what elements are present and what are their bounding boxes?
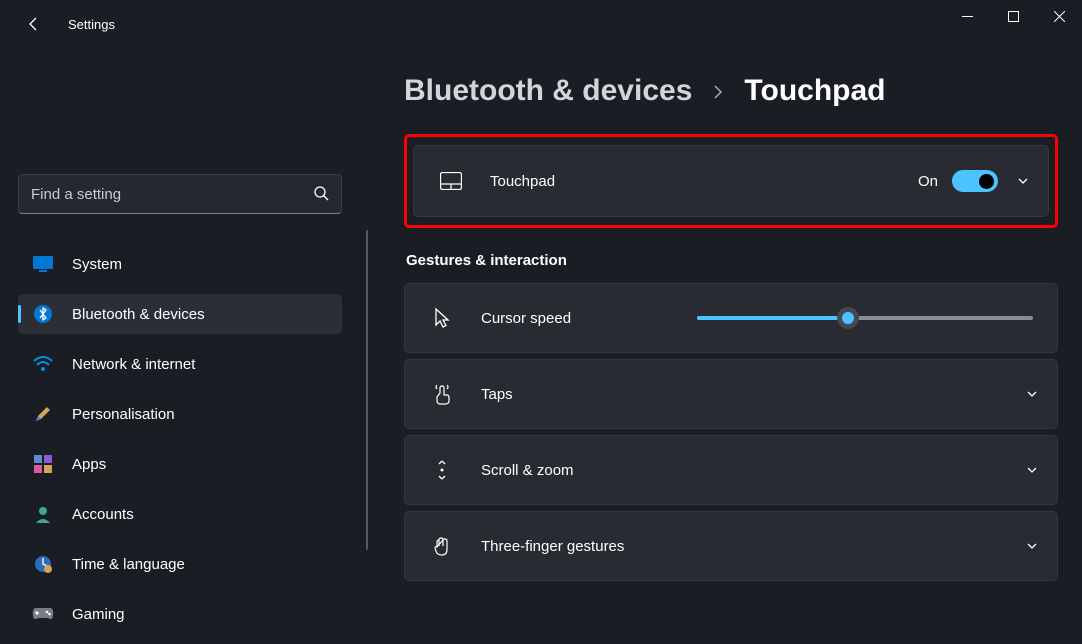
row-label: Three-finger gestures (481, 538, 1007, 555)
globe-clock-icon (32, 553, 54, 575)
sidebar-item-network[interactable]: Network & internet (18, 344, 342, 384)
hand-icon (429, 535, 455, 557)
cursor-icon (429, 307, 455, 329)
scroll-zoom-row[interactable]: Scroll & zoom (404, 435, 1058, 505)
chevron-down-icon[interactable] (1016, 174, 1030, 188)
sidebar-item-label: Bluetooth & devices (72, 306, 205, 323)
person-icon (32, 503, 54, 525)
search-icon (313, 185, 329, 204)
nav-list: System Bluetooth & devices Network & int… (18, 244, 342, 644)
sidebar-item-accounts[interactable]: Accounts (18, 494, 342, 534)
close-button[interactable] (1036, 0, 1082, 32)
maximize-button[interactable] (990, 0, 1036, 32)
row-label: Taps (481, 386, 1007, 403)
sidebar-item-label: Network & internet (72, 356, 195, 373)
section-heading: Gestures & interaction (404, 252, 1058, 269)
paintbrush-icon (32, 403, 54, 425)
title-bar: Settings (0, 0, 1082, 48)
three-finger-row[interactable]: Three-finger gestures (404, 511, 1058, 581)
sidebar-item-label: Apps (72, 456, 106, 473)
main-content: Bluetooth & devices Touchpad Touchpad On (360, 48, 1082, 643)
cursor-speed-slider[interactable] (697, 316, 1033, 320)
slider-thumb[interactable] (837, 307, 859, 329)
sidebar-item-personalisation[interactable]: Personalisation (18, 394, 342, 434)
sidebar-item-label: Time & language (72, 556, 185, 573)
breadcrumb-current: Touchpad (744, 74, 885, 108)
sidebar-item-label: Personalisation (72, 406, 175, 423)
sidebar-item-gaming[interactable]: Gaming (18, 594, 342, 634)
touchpad-icon (438, 172, 464, 190)
wifi-icon (32, 353, 54, 375)
scrollbar[interactable] (366, 230, 368, 550)
sidebar-item-label: Gaming (72, 606, 125, 623)
highlighted-region: Touchpad On (404, 134, 1058, 228)
window-controls (944, 0, 1082, 40)
sidebar-item-label: System (72, 256, 122, 273)
sidebar-item-bluetooth-devices[interactable]: Bluetooth & devices (18, 294, 342, 334)
gamepad-icon (32, 603, 54, 625)
tap-icon (429, 383, 455, 405)
sidebar: System Bluetooth & devices Network & int… (0, 48, 360, 643)
row-label: Scroll & zoom (481, 462, 1007, 479)
cursor-speed-row: Cursor speed (404, 283, 1058, 353)
chevron-down-icon[interactable] (1025, 539, 1039, 553)
breadcrumb: Bluetooth & devices Touchpad (404, 74, 1058, 108)
search-input-wrap[interactable] (18, 174, 342, 214)
sidebar-item-time-language[interactable]: Time & language (18, 544, 342, 584)
search-input[interactable] (31, 186, 313, 203)
chevron-right-icon (712, 83, 724, 106)
breadcrumb-parent[interactable]: Bluetooth & devices (404, 74, 692, 108)
bluetooth-icon (32, 303, 54, 325)
toggle-state-label: On (918, 173, 938, 190)
sidebar-item-label: Accounts (72, 506, 134, 523)
apps-icon (32, 453, 54, 475)
system-icon (32, 253, 54, 275)
app-title: Settings (68, 17, 115, 32)
row-label: Cursor speed (481, 310, 697, 327)
sidebar-item-system[interactable]: System (18, 244, 342, 284)
sidebar-item-apps[interactable]: Apps (18, 444, 342, 484)
touchpad-toggle-row[interactable]: Touchpad On (413, 145, 1049, 217)
back-button[interactable] (22, 12, 46, 36)
chevron-down-icon[interactable] (1025, 463, 1039, 477)
row-label: Touchpad (490, 173, 918, 190)
minimize-button[interactable] (944, 0, 990, 32)
chevron-down-icon[interactable] (1025, 387, 1039, 401)
slider-fill (697, 316, 848, 320)
scroll-icon (429, 459, 455, 481)
taps-row[interactable]: Taps (404, 359, 1058, 429)
touchpad-toggle[interactable] (952, 170, 998, 192)
